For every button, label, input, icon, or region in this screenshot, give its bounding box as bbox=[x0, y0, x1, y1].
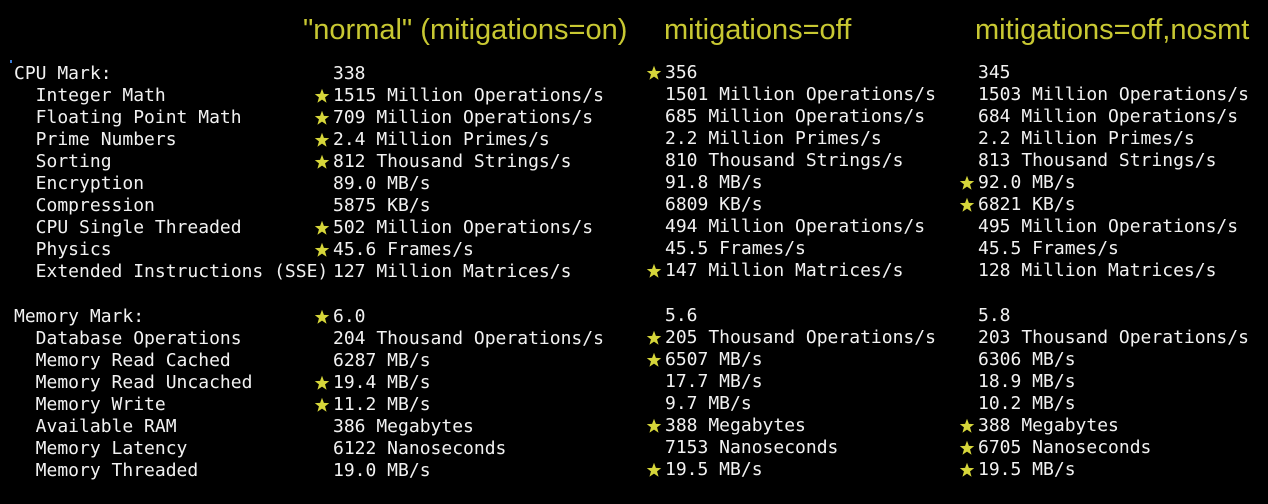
row-label: Integer Math bbox=[14, 85, 166, 106]
value-col-1: 5875 KB/s bbox=[333, 195, 431, 216]
row-label: Encryption bbox=[14, 173, 145, 194]
value-col-3: 128 Million Matrices/s bbox=[978, 260, 1217, 281]
star-icon bbox=[959, 440, 975, 456]
value-col-2: 19.5 MB/s bbox=[665, 459, 763, 480]
value-col-3: 813 Thousand Strings/s bbox=[978, 150, 1217, 171]
row-label: Physics bbox=[14, 239, 112, 260]
value-col-3: 203 Thousand Operations/s bbox=[978, 327, 1249, 348]
row-label: Memory Threaded bbox=[14, 460, 199, 481]
row-label: Memory Mark: bbox=[14, 306, 145, 327]
value-col-1: 45.6 Frames/s bbox=[333, 239, 474, 260]
value-col-1: 204 Thousand Operations/s bbox=[333, 328, 604, 349]
value-col-2: 45.5 Frames/s bbox=[665, 238, 806, 259]
row-label: Extended Instructions (SSE) bbox=[14, 261, 329, 282]
value-col-2: 17.7 MB/s bbox=[665, 371, 763, 392]
value-col-1: 19.4 MB/s bbox=[333, 372, 431, 393]
value-col-1: 127 Million Matrices/s bbox=[333, 261, 572, 282]
star-icon bbox=[646, 462, 662, 478]
value-col-2: 356 bbox=[665, 62, 698, 83]
terminal-cursor-mark bbox=[10, 60, 12, 63]
star-icon bbox=[314, 132, 330, 148]
header-mitigations-off-nosmt: mitigations=off,nosmt bbox=[975, 14, 1250, 46]
value-col-2: 494 Million Operations/s bbox=[665, 216, 926, 237]
header-mitigations-off: mitigations=off bbox=[664, 14, 852, 46]
star-icon bbox=[314, 88, 330, 104]
value-col-2: 685 Million Operations/s bbox=[665, 106, 926, 127]
value-col-1: 812 Thousand Strings/s bbox=[333, 151, 572, 172]
star-icon bbox=[646, 418, 662, 434]
value-col-2: 6507 MB/s bbox=[665, 349, 763, 370]
value-col-1: 6122 Nanoseconds bbox=[333, 438, 507, 459]
value-col-1: 19.0 MB/s bbox=[333, 460, 431, 481]
value-col-2: 91.8 MB/s bbox=[665, 172, 763, 193]
star-icon bbox=[314, 375, 330, 391]
row-label: Floating Point Math bbox=[14, 107, 242, 128]
value-col-3: 388 Megabytes bbox=[978, 415, 1119, 436]
row-label: Sorting bbox=[14, 151, 112, 172]
row-label: Available RAM bbox=[14, 416, 177, 437]
value-col-1: 2.4 Million Primes/s bbox=[333, 129, 550, 150]
star-icon bbox=[646, 330, 662, 346]
star-icon bbox=[314, 309, 330, 325]
value-col-3: 1503 Million Operations/s bbox=[978, 84, 1249, 105]
row-label: CPU Mark: bbox=[14, 63, 112, 84]
row-label: Memory Write bbox=[14, 394, 166, 415]
value-col-3: 45.5 Frames/s bbox=[978, 238, 1119, 259]
value-col-1: 338 bbox=[333, 63, 366, 84]
value-col-3: 5.8 bbox=[978, 305, 1011, 326]
star-icon bbox=[959, 175, 975, 191]
value-col-3: 18.9 MB/s bbox=[978, 371, 1076, 392]
value-col-3: 684 Million Operations/s bbox=[978, 106, 1239, 127]
row-label: Memory Read Cached bbox=[14, 350, 231, 371]
star-icon bbox=[314, 154, 330, 170]
star-icon bbox=[314, 110, 330, 126]
value-col-2: 205 Thousand Operations/s bbox=[665, 327, 936, 348]
row-label: Prime Numbers bbox=[14, 129, 177, 150]
value-col-3: 6821 KB/s bbox=[978, 194, 1076, 215]
value-col-2: 6809 KB/s bbox=[665, 194, 763, 215]
row-label: Database Operations bbox=[14, 328, 242, 349]
value-col-3: 6306 MB/s bbox=[978, 349, 1076, 370]
value-col-1: 386 Megabytes bbox=[333, 416, 474, 437]
value-col-2: 2.2 Million Primes/s bbox=[665, 128, 882, 149]
star-icon bbox=[959, 462, 975, 478]
value-col-2: 147 Million Matrices/s bbox=[665, 260, 904, 281]
value-col-2: 7153 Nanoseconds bbox=[665, 437, 839, 458]
value-col-1: 89.0 MB/s bbox=[333, 173, 431, 194]
row-label: Memory Read Uncached bbox=[14, 372, 253, 393]
value-col-2: 388 Megabytes bbox=[665, 415, 806, 436]
value-col-1: 6.0 bbox=[333, 306, 366, 327]
row-label: Compression bbox=[14, 195, 155, 216]
value-col-1: 502 Million Operations/s bbox=[333, 217, 594, 238]
value-col-3: 92.0 MB/s bbox=[978, 172, 1076, 193]
value-col-3: 6705 Nanoseconds bbox=[978, 437, 1152, 458]
value-col-3: 19.5 MB/s bbox=[978, 459, 1076, 480]
row-label: CPU Single Threaded bbox=[14, 217, 242, 238]
star-icon bbox=[646, 263, 662, 279]
value-col-2: 5.6 bbox=[665, 305, 698, 326]
star-icon bbox=[314, 220, 330, 236]
star-icon bbox=[646, 352, 662, 368]
value-col-3: 10.2 MB/s bbox=[978, 393, 1076, 414]
value-col-2: 1501 Million Operations/s bbox=[665, 84, 936, 105]
star-icon bbox=[314, 397, 330, 413]
row-label: Memory Latency bbox=[14, 438, 188, 459]
value-col-2: 9.7 MB/s bbox=[665, 393, 752, 414]
star-icon bbox=[646, 65, 662, 81]
star-icon bbox=[959, 197, 975, 213]
value-col-3: 345 bbox=[978, 62, 1011, 83]
value-col-3: 2.2 Million Primes/s bbox=[978, 128, 1195, 149]
value-col-1: 11.2 MB/s bbox=[333, 394, 431, 415]
value-col-1: 1515 Million Operations/s bbox=[333, 85, 604, 106]
value-col-1: 709 Million Operations/s bbox=[333, 107, 594, 128]
star-icon bbox=[314, 242, 330, 258]
header-mitigations-on: "normal" (mitigations=on) bbox=[303, 14, 628, 46]
value-col-1: 6287 MB/s bbox=[333, 350, 431, 371]
value-col-2: 810 Thousand Strings/s bbox=[665, 150, 904, 171]
value-col-3: 495 Million Operations/s bbox=[978, 216, 1239, 237]
star-icon bbox=[959, 418, 975, 434]
